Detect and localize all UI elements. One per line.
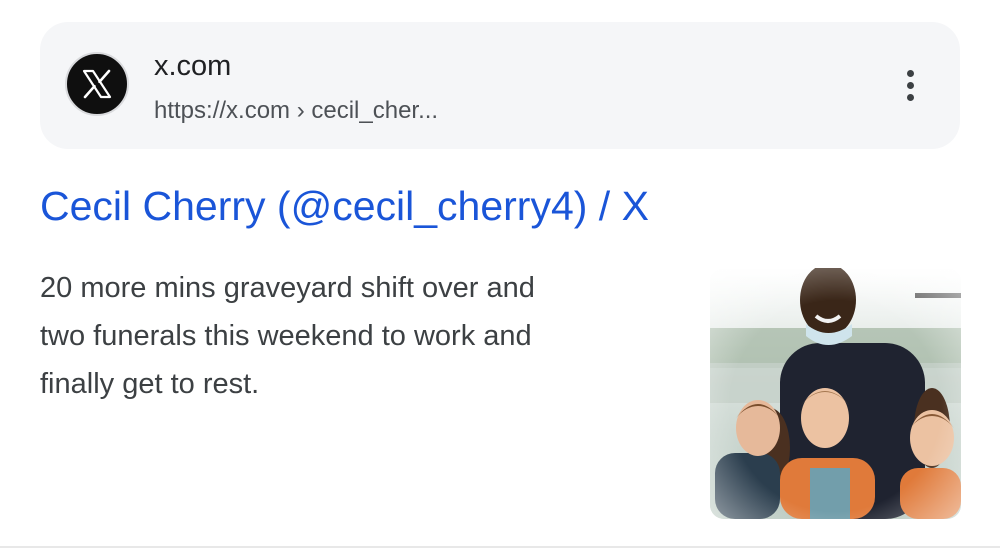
divider <box>0 546 1000 548</box>
result-title-link[interactable]: Cecil Cherry (@cecil_cherry4) / X <box>40 183 649 230</box>
result-source-bar[interactable]: x.com https://x.com › cecil_cher... <box>40 22 960 149</box>
snippet-line: finally get to rest. <box>40 368 260 400</box>
site-url-breadcrumb: https://x.com › cecil_cher... <box>154 97 439 124</box>
snippet-line: 20 more mins graveyard shift over and <box>40 272 535 304</box>
x-logo-icon <box>65 52 129 116</box>
site-name: x.com <box>154 50 232 82</box>
photo-thumbnail[interactable] <box>710 268 961 519</box>
more-options-button[interactable] <box>892 66 928 106</box>
snippet-line: two funerals this weekend to work and <box>40 320 532 352</box>
result-snippet: 20 more mins graveyard shift over and tw… <box>40 264 650 408</box>
search-result-card: x.com https://x.com › cecil_cher... Ceci… <box>0 0 1000 550</box>
